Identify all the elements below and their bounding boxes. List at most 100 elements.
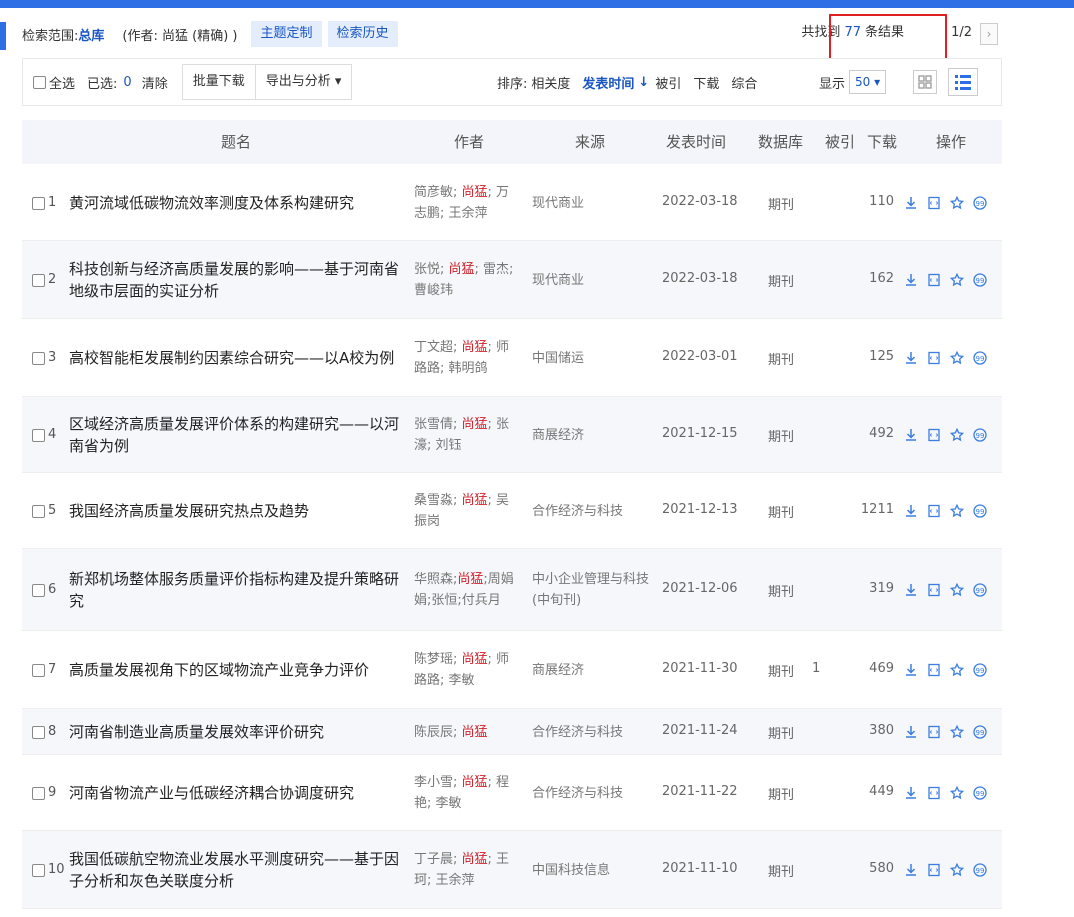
article-title-link[interactable]: 新郑机场整体服务质量评价指标构建及提升策略研究 bbox=[69, 568, 409, 612]
html-read-icon[interactable] bbox=[927, 196, 941, 210]
row-checkbox[interactable] bbox=[32, 664, 45, 677]
row-checkbox[interactable] bbox=[32, 505, 45, 518]
author-highlight[interactable]: 尚猛 bbox=[462, 725, 488, 740]
source-link[interactable]: 中国储运 bbox=[532, 348, 652, 369]
source-link[interactable]: 合作经济与科技 bbox=[532, 783, 652, 804]
author-names[interactable]: 桑雪淼; bbox=[414, 493, 462, 508]
search-history-button[interactable]: 检索历史 bbox=[327, 21, 398, 47]
row-checkbox[interactable] bbox=[32, 864, 45, 877]
next-page-button[interactable]: › bbox=[980, 23, 998, 45]
favorite-icon[interactable] bbox=[950, 583, 964, 597]
author-highlight[interactable]: 尚猛 bbox=[462, 417, 488, 432]
download-icon[interactable] bbox=[904, 663, 918, 677]
favorite-icon[interactable] bbox=[950, 273, 964, 287]
author-names[interactable]: 张雪倩; bbox=[414, 417, 462, 432]
download-icon[interactable] bbox=[904, 786, 918, 800]
author-names[interactable]: 简彦敏; bbox=[414, 185, 462, 200]
page-size-select[interactable]: 50 ▾ bbox=[849, 70, 887, 94]
html-read-icon[interactable] bbox=[927, 663, 941, 677]
row-checkbox[interactable] bbox=[32, 726, 45, 739]
favorite-icon[interactable] bbox=[950, 504, 964, 518]
select-all[interactable]: 全选 bbox=[33, 73, 75, 92]
source-link[interactable]: 合作经济与科技 bbox=[532, 722, 652, 743]
quote-icon[interactable]: 99 bbox=[973, 428, 987, 442]
quote-icon[interactable]: 99 bbox=[973, 663, 987, 677]
favorite-icon[interactable] bbox=[950, 863, 964, 877]
sort-cited[interactable]: 被引 bbox=[655, 73, 681, 92]
author-highlight[interactable]: 尚猛 bbox=[462, 185, 488, 200]
download-icon[interactable] bbox=[904, 273, 918, 287]
download-icon[interactable] bbox=[904, 351, 918, 365]
html-read-icon[interactable] bbox=[927, 273, 941, 287]
source-link[interactable]: 商展经济 bbox=[532, 425, 652, 446]
article-title-link[interactable]: 河南省制造业高质量发展效率评价研究 bbox=[69, 721, 409, 743]
row-checkbox[interactable] bbox=[32, 352, 45, 365]
source-link[interactable]: 现代商业 bbox=[532, 270, 652, 291]
html-read-icon[interactable] bbox=[927, 583, 941, 597]
html-read-icon[interactable] bbox=[927, 428, 941, 442]
quote-icon[interactable]: 99 bbox=[973, 351, 987, 365]
download-icon[interactable] bbox=[904, 196, 918, 210]
cited-count[interactable]: 1 bbox=[812, 661, 820, 676]
author-highlight[interactable]: 尚猛 bbox=[462, 652, 488, 667]
quote-icon[interactable]: 99 bbox=[973, 583, 987, 597]
source-link[interactable]: 中国科技信息 bbox=[532, 860, 652, 881]
download-icon[interactable] bbox=[904, 583, 918, 597]
header-cited[interactable]: 被引 bbox=[825, 120, 855, 164]
row-checkbox[interactable] bbox=[32, 274, 45, 287]
author-highlight[interactable]: 尚猛 bbox=[449, 262, 475, 277]
row-checkbox[interactable] bbox=[32, 197, 45, 210]
source-link[interactable]: 合作经济与科技 bbox=[532, 501, 652, 522]
row-checkbox[interactable] bbox=[32, 787, 45, 800]
article-title-link[interactable]: 高校智能柜发展制约因素综合研究——以A校为例 bbox=[69, 347, 409, 369]
batch-download-button[interactable]: 批量下载 bbox=[181, 64, 256, 100]
row-checkbox[interactable] bbox=[32, 429, 45, 442]
html-read-icon[interactable] bbox=[927, 504, 941, 518]
favorite-icon[interactable] bbox=[950, 786, 964, 800]
sort-relevance[interactable]: 相关度 bbox=[531, 73, 570, 92]
author-highlight[interactable]: 尚猛 bbox=[462, 493, 488, 508]
html-read-icon[interactable] bbox=[927, 725, 941, 739]
source-link[interactable]: 中小企业管理与科技(中旬刊) bbox=[532, 569, 652, 611]
quote-icon[interactable]: 99 bbox=[973, 725, 987, 739]
article-title-link[interactable]: 科技创新与经济高质量发展的影响——基于河南省地级市层面的实证分析 bbox=[69, 258, 409, 302]
export-analysis-dropdown[interactable]: 导出与分析 ▾ bbox=[255, 64, 353, 100]
article-title-link[interactable]: 我国经济高质量发展研究热点及趋势 bbox=[69, 500, 409, 522]
quote-icon[interactable]: 99 bbox=[973, 786, 987, 800]
theme-custom-button[interactable]: 主题定制 bbox=[251, 21, 322, 47]
sort-download[interactable]: 下载 bbox=[693, 73, 719, 92]
download-icon[interactable] bbox=[904, 725, 918, 739]
sort-date[interactable]: 发表时间 bbox=[582, 73, 634, 92]
favorite-icon[interactable] bbox=[950, 351, 964, 365]
grid-view-icon[interactable] bbox=[913, 70, 937, 94]
sort-desc-arrow-icon[interactable]: ↓ bbox=[638, 75, 649, 90]
select-all-checkbox[interactable] bbox=[33, 75, 46, 89]
quote-icon[interactable]: 99 bbox=[973, 863, 987, 877]
author-names[interactable]: 陈梦瑶; bbox=[414, 652, 462, 667]
download-icon[interactable] bbox=[904, 504, 918, 518]
article-title-link[interactable]: 我国低碳航空物流业发展水平测度研究——基于因子分析和灰色关联度分析 bbox=[69, 848, 409, 892]
article-title-link[interactable]: 河南省物流产业与低碳经济耦合协调度研究 bbox=[69, 782, 409, 804]
author-highlight[interactable]: 尚猛 bbox=[457, 572, 483, 587]
article-title-link[interactable]: 高质量发展视角下的区域物流产业竞争力评价 bbox=[69, 659, 409, 681]
article-title-link[interactable]: 黄河流域低碳物流效率测度及体系构建研究 bbox=[69, 192, 409, 214]
author-highlight[interactable]: 尚猛 bbox=[462, 775, 488, 790]
favorite-icon[interactable] bbox=[950, 428, 964, 442]
author-names[interactable]: 陈辰辰; bbox=[414, 725, 462, 740]
quote-icon[interactable]: 99 bbox=[973, 196, 987, 210]
download-icon[interactable] bbox=[904, 863, 918, 877]
list-view-icon[interactable] bbox=[948, 68, 978, 96]
header-downloads[interactable]: 下载 bbox=[867, 120, 897, 164]
quote-icon[interactable]: 99 bbox=[973, 273, 987, 287]
row-checkbox[interactable] bbox=[32, 584, 45, 597]
author-highlight[interactable]: 尚猛 bbox=[462, 340, 488, 355]
side-collapse-tab[interactable] bbox=[0, 22, 6, 50]
download-icon[interactable] bbox=[904, 428, 918, 442]
author-highlight[interactable]: 尚猛 bbox=[462, 852, 488, 867]
scope-value[interactable]: 总库 bbox=[78, 25, 104, 44]
html-read-icon[interactable] bbox=[927, 863, 941, 877]
html-read-icon[interactable] bbox=[927, 351, 941, 365]
author-names[interactable]: 丁文超; bbox=[414, 340, 462, 355]
favorite-icon[interactable] bbox=[950, 725, 964, 739]
author-names[interactable]: 丁子晨; bbox=[414, 852, 462, 867]
